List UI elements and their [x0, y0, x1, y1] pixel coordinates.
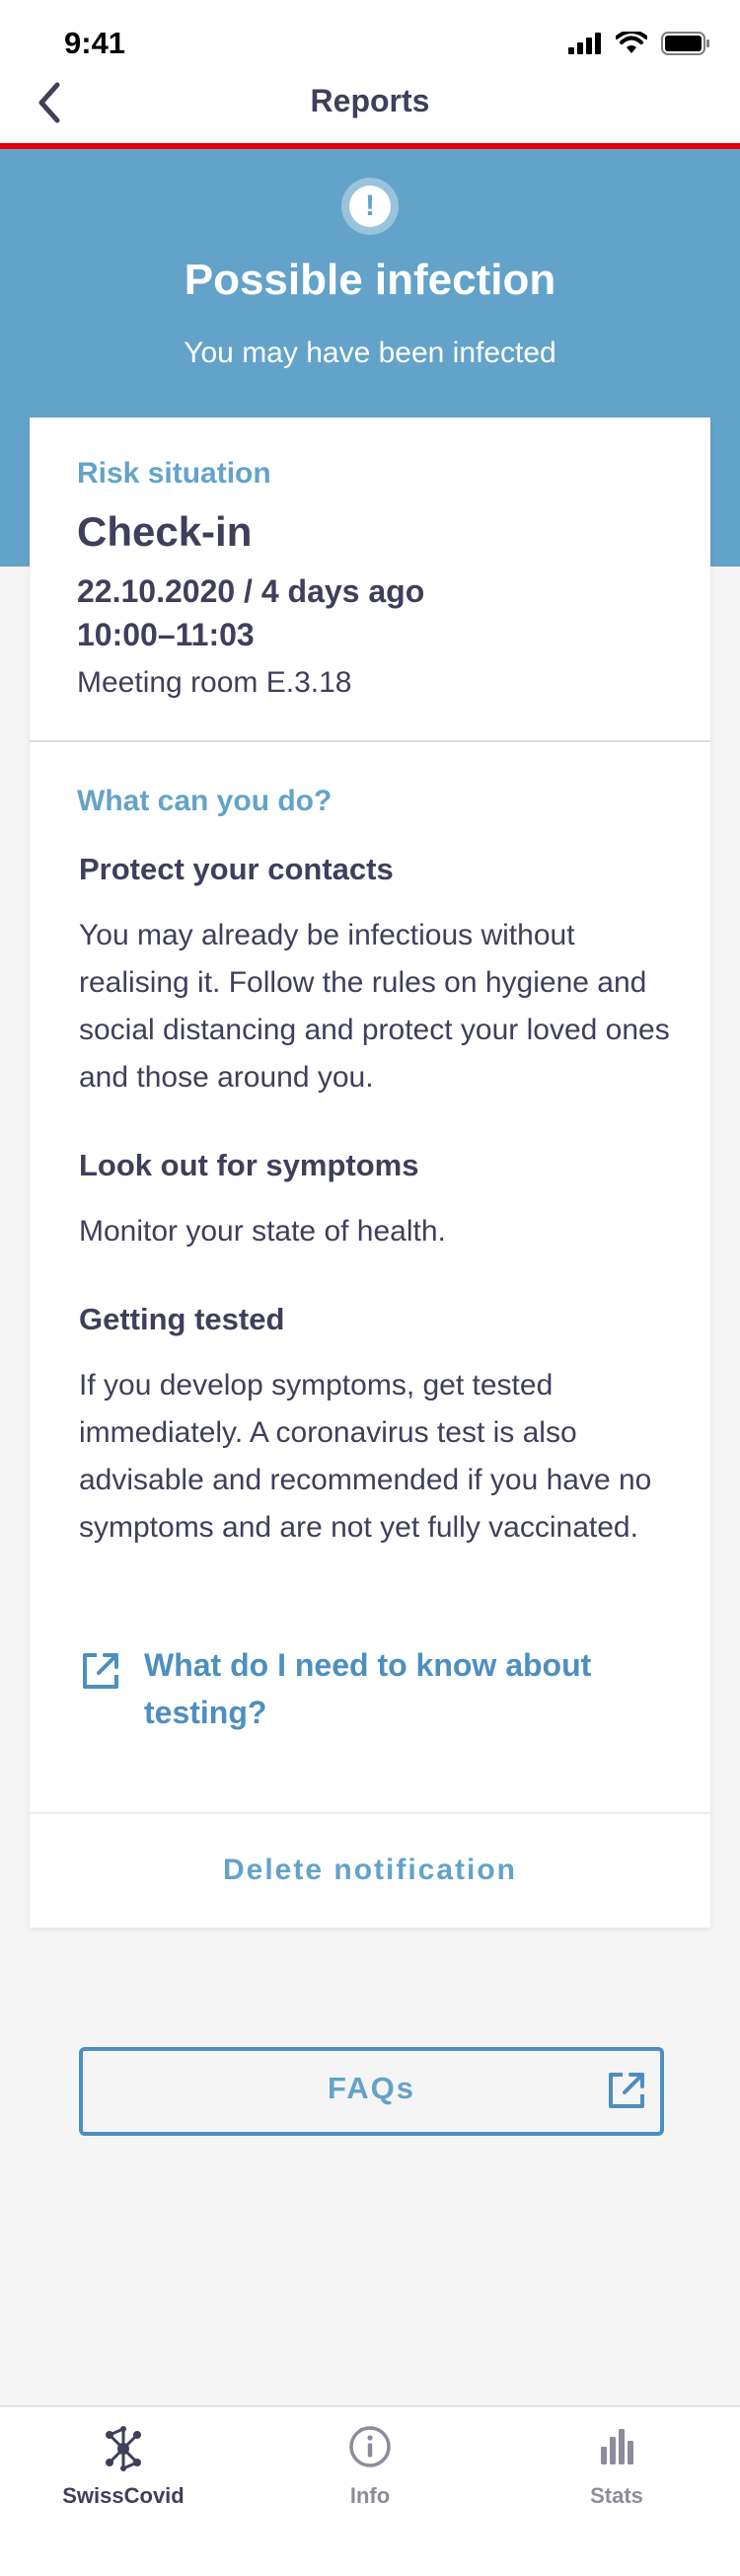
- external-link-icon: [83, 1653, 118, 1689]
- protect-contacts-title: Protect your contacts: [79, 852, 394, 886]
- external-link-icon: [609, 2073, 644, 2108]
- swisscovid-logo-icon: [106, 2426, 141, 2471]
- faqs-button[interactable]: FAQs: [79, 2047, 664, 2136]
- tab-swisscovid[interactable]: SwissCovid: [0, 2407, 247, 2536]
- tab-label: Info: [349, 2483, 391, 2508]
- divider: [30, 740, 710, 742]
- faqs-label: FAQs: [328, 2071, 415, 2105]
- status-icons: [568, 32, 710, 55]
- wifi-icon: [616, 32, 647, 53]
- warning-glyph: !: [349, 186, 391, 227]
- testing-title: Getting tested: [79, 1302, 285, 1336]
- checkin-time: 10:00–11:03: [77, 617, 255, 652]
- checkin-title: Check-in: [77, 508, 253, 555]
- risk-situation-label: Risk situation: [77, 457, 271, 490]
- warning-icon: !: [341, 178, 399, 235]
- symptoms-text: Monitor your state of health.: [79, 1215, 446, 1248]
- testing-info-link[interactable]: What do I need to know about testing?: [79, 1641, 671, 1736]
- battery-icon: [661, 32, 709, 55]
- checkin-location: Meeting room E.3.18: [77, 666, 352, 699]
- checkin-date: 22.10.2020 / 4 days ago: [77, 573, 425, 609]
- nav-bar: Reports: [0, 61, 740, 144]
- protect-contacts-text: You may already be infectious without re…: [79, 919, 670, 1094]
- tab-info[interactable]: Info: [247, 2407, 493, 2536]
- what-can-you-do-label: What can you do?: [77, 785, 333, 817]
- page-title: Reports: [310, 83, 430, 118]
- status-time: 9:41: [64, 26, 126, 60]
- tab-bar: SwissCovid Info Stats: [0, 2405, 740, 2576]
- symptoms-title: Look out for symptoms: [79, 1148, 419, 1182]
- banner-title: Possible infection: [184, 256, 556, 304]
- testing-info-link-label: What do I need to know about testing?: [144, 1647, 592, 1730]
- banner-subtitle: You may have been infected: [184, 337, 556, 369]
- delete-notification-button[interactable]: Delete notification: [30, 1813, 710, 1928]
- tab-stats[interactable]: Stats: [493, 2407, 740, 2536]
- bar-chart-icon: [601, 2429, 633, 2464]
- testing-text: If you develop symptoms, get tested imme…: [79, 1369, 652, 1544]
- signal-icon: [568, 33, 601, 54]
- info-icon: [349, 2426, 391, 2467]
- report-card: Risk situation Check-in 22.10.2020 / 4 d…: [30, 417, 710, 1928]
- tab-label: SwissCovid: [62, 2483, 185, 2508]
- tab-label: Stats: [590, 2483, 643, 2508]
